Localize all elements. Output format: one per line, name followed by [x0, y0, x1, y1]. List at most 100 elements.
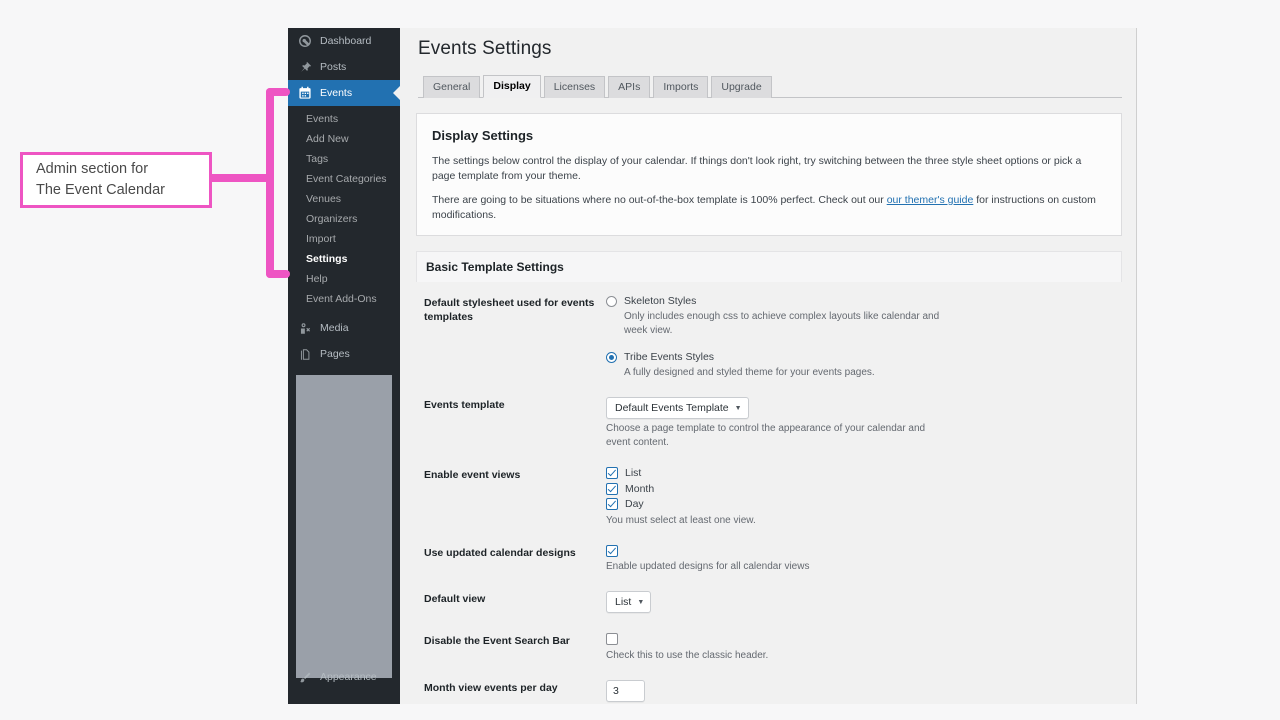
sidebar-item-pages[interactable]: Pages: [288, 341, 400, 367]
checkbox-view-day[interactable]: [606, 498, 618, 510]
submenu-item-organizers[interactable]: Organizers: [288, 209, 400, 229]
checkbox-updated-designs[interactable]: [606, 545, 618, 557]
sidebar-item-dashboard[interactable]: Dashboard: [288, 28, 400, 54]
basic-template-settings-form: Default stylesheet used for events templ…: [416, 282, 1124, 704]
admin-sidebar: Dashboard Posts Events: [288, 28, 400, 704]
submenu-item-tags[interactable]: Tags: [288, 149, 400, 169]
tab-display[interactable]: Display: [483, 75, 540, 98]
label-events-template: Events template: [416, 384, 606, 454]
sidebar-item-label: Pages: [320, 348, 350, 360]
annotation-callout-box: Admin section for The Event Calendar: [20, 152, 212, 208]
checkbox-option-disable-search[interactable]: [606, 633, 1124, 645]
radio-tribe-events-styles[interactable]: [606, 352, 617, 363]
paragraph-2-before: There are going to be situations where n…: [432, 194, 887, 206]
annotation-leader-line: [212, 174, 274, 182]
label-month-view-events-per-day: Month view events per day: [416, 667, 606, 705]
sidebar-item-posts[interactable]: Posts: [288, 54, 400, 80]
submenu-item-event-add-ons[interactable]: Event Add-Ons: [288, 289, 400, 309]
checkbox-view-list[interactable]: [606, 467, 618, 479]
events-submenu: Events Add New Tags Event Categories Ven…: [288, 106, 400, 315]
checkbox-option-month[interactable]: Month: [606, 483, 1124, 495]
basic-template-settings-heading: Basic Template Settings: [416, 251, 1122, 282]
setting-row-default-view: Default view List ▼: [416, 578, 1124, 620]
annotation-bracket-arm-bottom: [266, 270, 290, 278]
radio-label-tribe-events-styles: Tribe Events Styles: [624, 351, 714, 364]
sidebar-item-label: Appearance: [320, 671, 377, 683]
label-disable-event-search-bar: Disable the Event Search Bar: [416, 620, 606, 667]
pin-icon: [297, 59, 313, 75]
value-enable-event-views: List Month Day You must select at least …: [606, 454, 1124, 532]
events-template-value: Default Events Template: [615, 401, 729, 415]
setting-row-events-template: Events template Default Events Template …: [416, 384, 1124, 454]
radio-skeleton-styles[interactable]: [606, 296, 617, 307]
tab-general[interactable]: General: [423, 76, 480, 98]
annotation-bracket-stem: [266, 88, 274, 278]
events-template-select[interactable]: Default Events Template ▼: [606, 397, 749, 419]
annotation-bracket-arm-top: [266, 88, 290, 96]
checkbox-disable-search[interactable]: [606, 633, 618, 645]
default-view-select[interactable]: List ▼: [606, 591, 651, 613]
radio-option-skeleton-styles[interactable]: Skeleton Styles: [606, 295, 1124, 308]
submenu-item-settings[interactable]: Settings: [288, 249, 400, 269]
checkbox-option-day[interactable]: Day: [606, 498, 1124, 510]
themers-guide-link[interactable]: our themer's guide: [887, 194, 974, 206]
tab-apis[interactable]: APIs: [608, 76, 650, 98]
sidebar-item-label: Media: [320, 322, 349, 334]
label-default-view: Default view: [416, 578, 606, 620]
settings-tabs: General Display Licenses APIs Imports Up…: [418, 74, 1122, 98]
submenu-item-event-categories[interactable]: Event Categories: [288, 169, 400, 189]
media-icon: [297, 320, 313, 336]
sidebar-item-appearance[interactable]: Appearance: [288, 664, 400, 690]
display-settings-paragraph-1: The settings below control the display o…: [432, 154, 1106, 183]
disable-search-description: Check this to use the classic header.: [606, 649, 926, 663]
display-settings-panel: Display Settings The settings below cont…: [416, 113, 1122, 236]
label-default-stylesheet: Default stylesheet used for events templ…: [416, 282, 606, 384]
setting-row-disable-search: Disable the Event Search Bar Check this …: [416, 620, 1124, 667]
redacted-sidebar-region: [296, 375, 392, 678]
tab-imports[interactable]: Imports: [653, 76, 708, 98]
sidebar-item-label: Posts: [320, 61, 346, 73]
submenu-item-events[interactable]: Events: [288, 109, 400, 129]
updated-designs-description: Enable updated designs for all calendar …: [606, 560, 926, 574]
page-title: Events Settings: [418, 38, 1122, 60]
month-events-per-day-input[interactable]: [606, 680, 645, 702]
display-settings-paragraph-2: There are going to be situations where n…: [432, 193, 1106, 222]
sidebar-item-events[interactable]: Events: [288, 80, 400, 106]
radio-desc-skeleton-styles: Only includes enough css to achieve comp…: [624, 310, 944, 338]
checkbox-view-month[interactable]: [606, 483, 618, 495]
radio-option-tribe-events-styles[interactable]: Tribe Events Styles: [606, 351, 1124, 364]
screenshot-root: Dashboard Posts Events: [0, 0, 1280, 720]
checkbox-option-updated-designs[interactable]: [606, 545, 1124, 557]
radio-desc-tribe-events-styles: A fully designed and styled theme for yo…: [624, 366, 944, 380]
display-settings-heading: Display Settings: [432, 128, 1106, 143]
value-events-template: Default Events Template ▼ Choose a page …: [606, 384, 1124, 454]
brush-icon: [297, 669, 313, 685]
submenu-item-add-new[interactable]: Add New: [288, 129, 400, 149]
events-template-description: Choose a page template to control the ap…: [606, 422, 926, 450]
sidebar-item-media[interactable]: Media: [288, 315, 400, 341]
admin-content-area: Events Settings General Display Licenses…: [400, 28, 1136, 704]
checkbox-label-month: Month: [625, 483, 654, 495]
value-month-view-events-per-day: [606, 667, 1124, 705]
submenu-item-venues[interactable]: Venues: [288, 189, 400, 209]
submenu-item-import[interactable]: Import: [288, 229, 400, 249]
pages-icon: [297, 346, 313, 362]
chevron-down-icon: ▼: [735, 405, 742, 412]
setting-row-enable-views: Enable event views List Month Day: [416, 454, 1124, 532]
annotation-callout-text: Admin section for The Event Calendar: [36, 159, 165, 201]
setting-row-updated-designs: Use updated calendar designs Enable upda…: [416, 532, 1124, 579]
checkbox-label-list: List: [625, 467, 641, 479]
tab-licenses[interactable]: Licenses: [544, 76, 605, 98]
wordpress-admin-frame: Dashboard Posts Events: [288, 28, 1137, 704]
tab-upgrade[interactable]: Upgrade: [711, 76, 771, 98]
radio-label-skeleton-styles: Skeleton Styles: [624, 295, 696, 308]
sidebar-item-label: Dashboard: [320, 35, 371, 47]
setting-row-month-events-per-day: Month view events per day: [416, 667, 1124, 705]
submenu-item-help[interactable]: Help: [288, 269, 400, 289]
value-disable-event-search-bar: Check this to use the classic header.: [606, 620, 1124, 667]
value-default-view: List ▼: [606, 578, 1124, 620]
enable-views-description: You must select at least one view.: [606, 514, 926, 528]
value-default-stylesheet: Skeleton Styles Only includes enough css…: [606, 282, 1124, 384]
checkbox-option-list[interactable]: List: [606, 467, 1124, 479]
sidebar-item-label: Events: [320, 87, 352, 99]
